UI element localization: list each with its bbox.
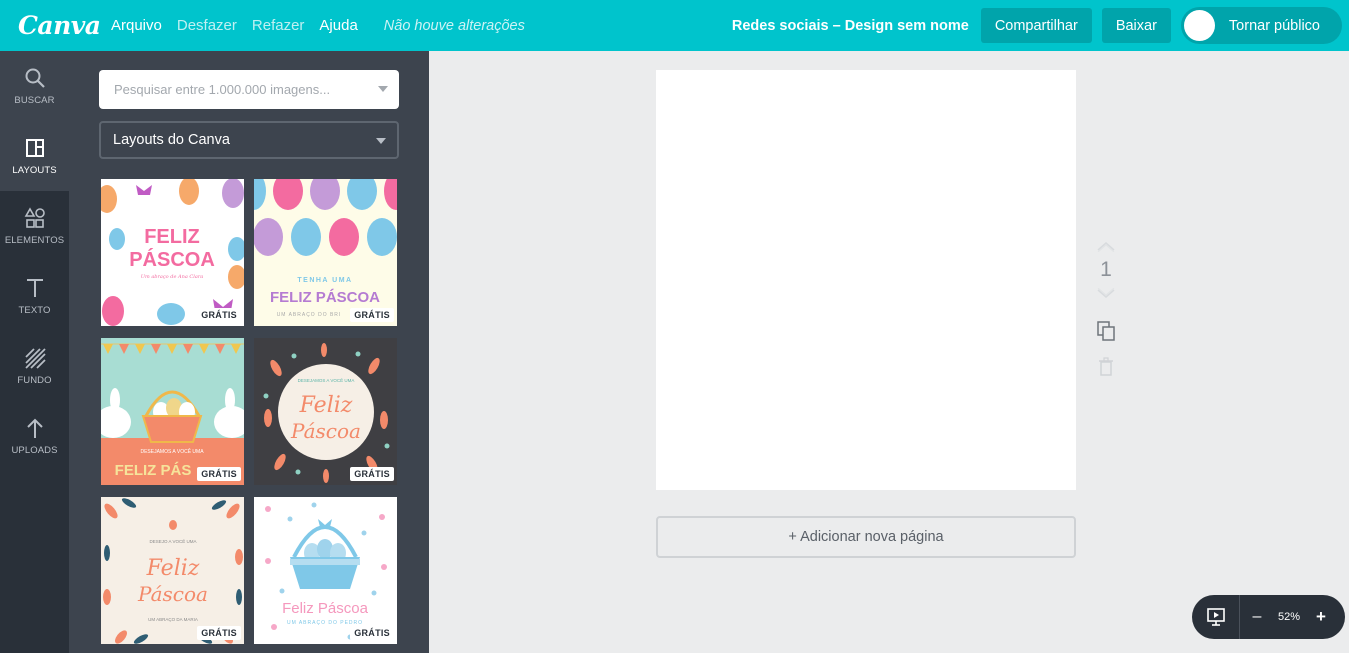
layout-category-select[interactable]: Layouts do Canva <box>99 121 399 159</box>
sidebar-label-background: FUNDO <box>17 375 52 386</box>
top-bar: Canva Arquivo Desfazer Refazer Ajuda Não… <box>0 0 1349 51</box>
text-icon <box>24 276 46 300</box>
layouts-icon <box>25 136 45 160</box>
sidebar-item-search[interactable]: BUSCAR <box>0 51 69 121</box>
template-4-title-1: Feliz <box>299 393 353 418</box>
free-badge: GRÁTIS <box>350 467 394 481</box>
page-number: 1 <box>1100 258 1112 281</box>
download-button[interactable]: Baixar <box>1101 8 1171 43</box>
sidebar-label-layouts: LAYOUTS <box>12 165 57 176</box>
template-thumbnail[interactable]: DESEJO A VOCÊ UMA Feliz Páscoa UM ABRAÇO… <box>101 497 244 644</box>
template-5-pre: DESEJO A VOCÊ UMA <box>149 537 196 544</box>
sidebar-label-search: BUSCAR <box>14 95 55 106</box>
save-status: Não houve alterações <box>383 17 525 34</box>
template-thumbnail[interactable]: DESEJAMOS A VOCÊ UMA FELIZ PÁS GRÁTIS <box>101 338 244 485</box>
canva-logo[interactable]: Canva <box>18 11 101 40</box>
chevron-down-icon[interactable] <box>1096 288 1116 300</box>
template-1-art: FELIZ PÁSCOA Um abraço de Ana Clara <box>101 179 244 326</box>
zoom-level[interactable]: 52% <box>1270 611 1308 623</box>
template-5-title-1: Feliz <box>146 556 200 581</box>
present-icon <box>1206 608 1225 626</box>
add-page-button[interactable]: + Adicionar nova página <box>656 516 1076 558</box>
template-1-subtitle: Um abraço de Ana Clara <box>141 274 203 280</box>
share-button[interactable]: Compartilhar <box>980 8 1092 43</box>
template-5-title-2: Páscoa <box>137 582 208 606</box>
free-badge: GRÁTIS <box>350 626 394 640</box>
template-4-title-2: Páscoa <box>290 419 361 443</box>
free-badge: GRÁTIS <box>350 308 394 322</box>
template-2-pre: TENHA UMA <box>297 277 352 284</box>
zoom-in-button[interactable]: + <box>1308 607 1334 627</box>
template-4-pre: DESEJAMOS A VOCÊ UMA <box>298 376 355 383</box>
search-icon <box>24 66 46 90</box>
page-tools: 1 <box>1093 240 1119 378</box>
template-3-pre: DESEJAMOS A VOCÊ UMA <box>140 447 204 455</box>
template-thumbnail[interactable]: TENHA UMA FELIZ PÁSCOA UM ABRAÇO DO BRI … <box>254 179 397 326</box>
chevron-down-icon <box>376 138 386 144</box>
zoom-out-button[interactable]: – <box>1244 608 1270 626</box>
zoom-control: – 52% + <box>1192 595 1345 639</box>
trash-icon[interactable] <box>1096 356 1116 378</box>
layouts-panel: Pesquisar entre 1.000.000 imagens... Lay… <box>69 51 429 653</box>
make-public-label: Tornar público <box>1228 17 1320 34</box>
template-1-title-1: FELIZ <box>144 226 200 248</box>
template-1-title-2: PÁSCOA <box>129 248 215 271</box>
sidebar-label-text: TEXTO <box>18 305 51 316</box>
image-search-input[interactable]: Pesquisar entre 1.000.000 imagens... <box>99 70 399 109</box>
sidebar-item-uploads[interactable]: UPLOADS <box>0 401 69 471</box>
toggle-knob <box>1183 10 1215 41</box>
template-2-art: TENHA UMA FELIZ PÁSCOA UM ABRAÇO DO BRI <box>254 179 397 326</box>
copy-page-icon[interactable] <box>1095 320 1117 342</box>
template-3-title: FELIZ PÁS <box>115 462 192 479</box>
sidebar: BUSCAR LAYOUTS ELEMENTOS TEXTO FUNDO UPL… <box>0 51 69 653</box>
template-thumbnail[interactable]: FELIZ PÁSCOA Um abraço de Ana Clara GRÁT… <box>101 179 244 326</box>
menu-file[interactable]: Arquivo <box>111 17 162 34</box>
menu-help[interactable]: Ajuda <box>319 17 357 34</box>
upload-icon <box>24 416 46 440</box>
template-2-subtitle: UM ABRAÇO DO BRI <box>277 312 342 318</box>
sidebar-item-layouts[interactable]: LAYOUTS <box>0 121 69 191</box>
make-public-toggle[interactable]: Tornar público <box>1180 7 1342 44</box>
menu-redo[interactable]: Refazer <box>252 17 305 34</box>
design-page[interactable] <box>656 70 1076 490</box>
template-thumbnail[interactable]: DESEJAMOS A VOCÊ UMA Feliz Páscoa GRÁTIS <box>254 338 397 485</box>
template-5-subtitle: UM ABRAÇO DA MARIA <box>148 617 198 622</box>
search-placeholder: Pesquisar entre 1.000.000 imagens... <box>114 82 331 97</box>
menu-undo[interactable]: Desfazer <box>177 17 237 34</box>
free-badge: GRÁTIS <box>197 626 241 640</box>
present-button[interactable] <box>1192 595 1240 639</box>
sidebar-label-uploads: UPLOADS <box>11 445 58 456</box>
document-title[interactable]: Redes sociais – Design sem nome <box>732 18 969 34</box>
template-4-art: DESEJAMOS A VOCÊ UMA Feliz Páscoa <box>254 338 397 485</box>
sidebar-item-background[interactable]: FUNDO <box>0 331 69 401</box>
layout-select-value: Layouts do Canva <box>113 132 230 148</box>
chevron-up-icon[interactable] <box>1096 240 1116 252</box>
template-2-title: FELIZ PÁSCOA <box>270 289 380 306</box>
template-6-art: Feliz Páscoa UM ABRAÇO DO PEDRO <box>254 497 397 644</box>
chevron-down-icon[interactable] <box>378 86 388 92</box>
sidebar-item-elements[interactable]: ELEMENTOS <box>0 191 69 261</box>
template-3-art: DESEJAMOS A VOCÊ UMA FELIZ PÁS <box>101 338 244 485</box>
sidebar-item-text[interactable]: TEXTO <box>0 261 69 331</box>
elements-icon <box>24 206 46 230</box>
background-icon <box>24 346 46 370</box>
free-badge: GRÁTIS <box>197 467 241 481</box>
template-thumbnail[interactable]: Feliz Páscoa UM ABRAÇO DO PEDRO GRÁTIS <box>254 497 397 644</box>
sidebar-label-elements: ELEMENTOS <box>4 235 65 246</box>
template-5-art: DESEJO A VOCÊ UMA Feliz Páscoa UM ABRAÇO… <box>101 497 244 644</box>
free-badge: GRÁTIS <box>197 308 241 322</box>
template-6-title: Feliz Páscoa <box>282 600 369 617</box>
